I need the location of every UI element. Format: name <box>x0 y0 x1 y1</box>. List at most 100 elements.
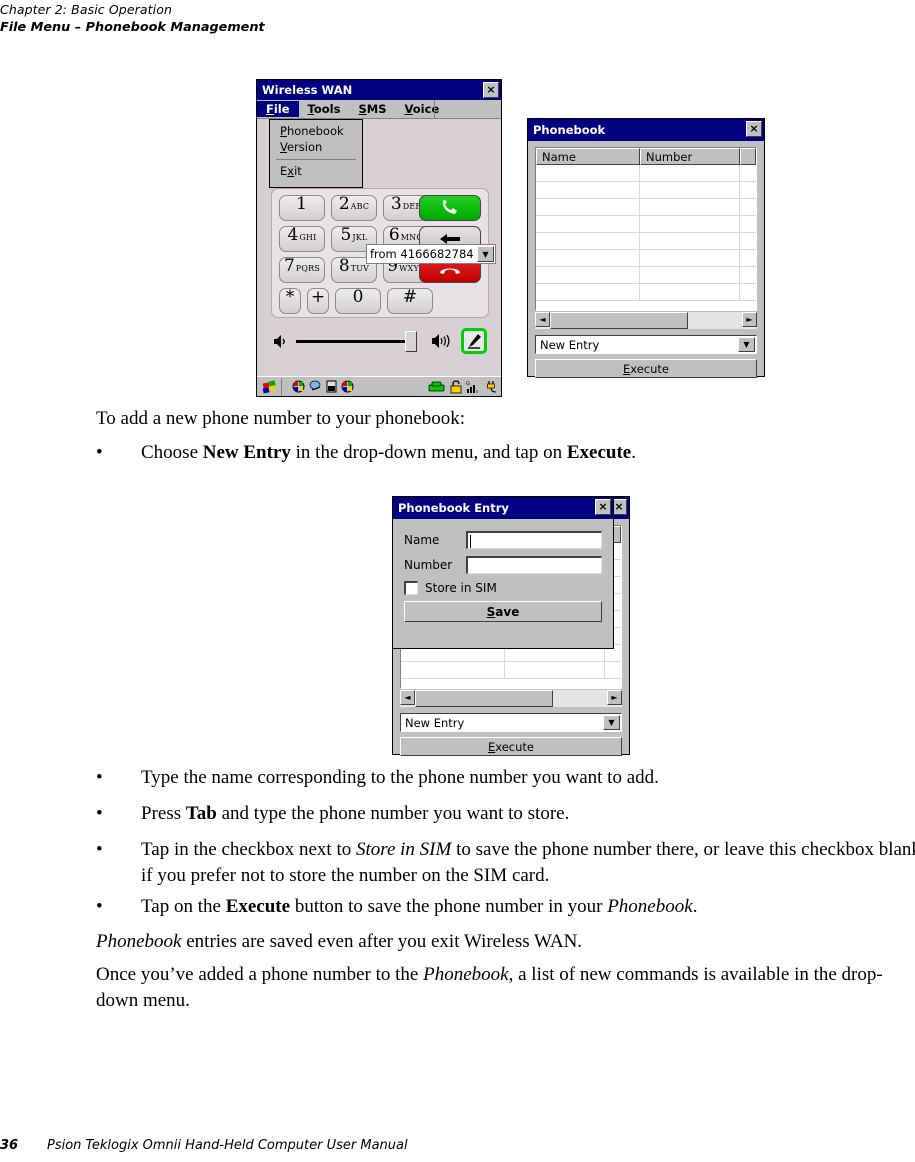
phonebook-window: Phonebook × Name Number ◄ ► New Entry ▼ … <box>527 118 765 378</box>
table-row[interactable] <box>536 284 756 301</box>
execute-button[interactable]: Execute <box>535 359 757 378</box>
phonebook-action-dropdown[interactable]: New Entry ▼ <box>535 335 757 354</box>
bullet-text: Tap in the checkbox next to Store in SIM… <box>141 839 915 886</box>
bullet-text: Type the name corresponding to the phone… <box>141 767 659 788</box>
execute-rest: xecute <box>630 361 669 376</box>
taskbar-tray-right: G <box>428 379 499 394</box>
phone-hangup-icon <box>440 268 460 274</box>
dial-key-hash[interactable]: # <box>387 288 433 314</box>
running-head-chapter: Chapter 2: Basic Operation <box>0 2 172 17</box>
dialpad-row-4: * + 0 # <box>279 288 433 314</box>
page-footer: 36 Psion Teklogix Omnii Hand-Held Compute… <box>0 1138 915 1153</box>
taskbar: G <box>257 376 501 396</box>
send-call-button[interactable] <box>419 195 481 221</box>
scrollbar-track[interactable] <box>553 690 607 707</box>
dial-key-4[interactable]: 4 GHI <box>279 226 325 252</box>
scrollbar-track[interactable] <box>688 312 742 329</box>
dial-key-plus[interactable]: + <box>307 288 329 314</box>
horizontal-scrollbar-2[interactable]: ◄ ► <box>400 690 622 707</box>
menubar-filler <box>434 100 501 118</box>
horizontal-scrollbar[interactable]: ◄ ► <box>535 312 757 329</box>
table-row[interactable] <box>536 199 756 216</box>
close-icon[interactable]: × <box>746 121 762 137</box>
close-icon[interactable]: × <box>595 499 611 515</box>
table-row[interactable] <box>536 216 756 233</box>
dropdown-selected-value: New Entry <box>540 337 600 352</box>
taskbar-tray-left <box>292 380 354 393</box>
menu-file[interactable]: File <box>257 101 299 117</box>
start-icon[interactable] <box>258 377 282 396</box>
page-number: 36 <box>0 1138 19 1153</box>
dial-key-0[interactable]: 0 <box>335 288 381 314</box>
column-header-number[interactable]: Number <box>640 148 740 165</box>
desktop-icon <box>309 380 321 391</box>
name-label: Name <box>404 533 440 547</box>
bullet-dot: • <box>96 803 103 824</box>
close-icon[interactable]: × <box>483 82 499 98</box>
bullet-dot: • <box>96 767 103 788</box>
column-header-extra[interactable] <box>740 148 756 165</box>
chevron-down-icon[interactable]: ▼ <box>603 715 620 730</box>
phonebook-titlebar: Phonebook × <box>528 119 764 141</box>
bullet-tap-execute: • Tap on the Execute button to save the … <box>96 894 915 920</box>
bullet-type-name: • Type the name corresponding to the pho… <box>96 765 915 791</box>
scroll-right-button[interactable]: ► <box>607 690 622 705</box>
scroll-left-button[interactable]: ◄ <box>400 690 415 705</box>
menu-separator <box>276 159 356 160</box>
paragraph-once-added: Once you’ve added a phone number to the … <box>96 964 883 1011</box>
phonebook-body: Name Number ◄ ► New Entry ▼ E xecute <box>528 141 764 384</box>
menu-item-phonebook[interactable]: Phonebook <box>270 123 362 139</box>
bullet-dot: • <box>96 839 103 860</box>
text-caret <box>470 535 471 548</box>
svg-text:G: G <box>466 381 470 387</box>
phonebook-entry-dialog: Phonebook Entry × Name Number Store in S… <box>392 496 614 649</box>
column-header-name[interactable]: Name <box>536 148 640 165</box>
phonebook-table[interactable]: Name Number <box>535 147 757 311</box>
save-accel: S <box>486 604 496 619</box>
save-button[interactable]: Save <box>404 601 602 622</box>
microphone-button[interactable] <box>460 328 487 354</box>
lock-icon <box>450 379 462 393</box>
network-icon <box>292 380 305 393</box>
speaker-high-icon <box>432 334 450 348</box>
dial-key-1[interactable]: 1 <box>279 195 325 221</box>
menu-tools[interactable]: Tools <box>299 101 350 117</box>
bullet-press-tab: • Press Tab and type the phone number yo… <box>96 801 915 827</box>
dropdown-selected-value-2: New Entry <box>405 715 465 730</box>
volume-slider-track[interactable] <box>295 339 408 343</box>
table-row[interactable] <box>536 233 756 250</box>
volume-slider-thumb[interactable] <box>405 330 418 352</box>
table-row[interactable] <box>536 182 756 199</box>
menu-sms[interactable]: SMS <box>349 101 395 117</box>
table-row[interactable] <box>536 267 756 284</box>
execute-button-2[interactable]: Execute <box>400 737 622 756</box>
store-in-sim-row[interactable]: Store in SIM <box>404 581 602 595</box>
scroll-right-button[interactable]: ► <box>742 312 757 327</box>
phonebook-action-dropdown-2[interactable]: New Entry ▼ <box>400 713 622 732</box>
name-field[interactable] <box>466 531 602 549</box>
table-header-row: Name Number <box>536 148 756 165</box>
from-number-dropdown[interactable]: from 4166682784 ▼ <box>366 244 496 264</box>
table-row[interactable] <box>401 662 621 679</box>
dial-key-2[interactable]: 2 ABC <box>331 195 377 221</box>
scrollbar-thumb[interactable] <box>415 690 553 707</box>
menu-item-exit[interactable]: Exit <box>270 163 362 179</box>
store-in-sim-checkbox[interactable] <box>404 581 418 595</box>
paragraph-entries-saved: Phonebook entries are saved even after y… <box>96 931 583 952</box>
dial-key-star[interactable]: * <box>279 288 301 314</box>
execute-accel-2: E <box>487 739 496 754</box>
file-dropdown-menu: Phonebook Version Exit <box>269 119 363 188</box>
dial-key-7[interactable]: 7 PQRS <box>279 257 325 283</box>
execute-rest-2: xecute <box>495 739 534 754</box>
number-field[interactable] <box>466 556 602 574</box>
table-row[interactable] <box>536 250 756 267</box>
bullet-choose-new-entry: • Choose New Entry in the drop-down menu… <box>96 440 915 466</box>
menu-item-version[interactable]: Version <box>270 139 362 155</box>
execute-accel: E <box>622 361 631 376</box>
scrollbar-thumb[interactable] <box>550 312 688 329</box>
chevron-down-icon[interactable]: ▼ <box>477 246 494 262</box>
table-row[interactable] <box>536 165 756 182</box>
wireless-wan-title: Wireless WAN <box>262 83 353 97</box>
scroll-left-button[interactable]: ◄ <box>535 312 550 327</box>
chevron-down-icon[interactable]: ▼ <box>738 337 755 352</box>
